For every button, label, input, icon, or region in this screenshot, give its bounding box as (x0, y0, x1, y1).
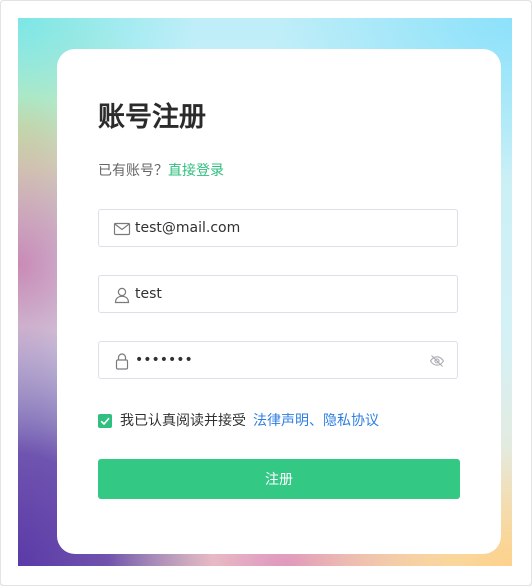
agree-text: 我已认真阅读并接受 (120, 413, 246, 429)
gradient-background: 账号注册 已有账号？直接登录 test@mail.com test 我已认真阅读… (18, 18, 512, 566)
check-icon (100, 417, 110, 426)
login-link[interactable]: 直接登录 (168, 163, 224, 179)
terms-link[interactable]: 法律声明、隐私协议 (253, 411, 379, 431)
login-prompt: 已有账号？直接登录 (98, 161, 224, 181)
lock-icon (115, 353, 129, 370)
page-title: 账号注册 (98, 102, 206, 133)
password-input[interactable] (135, 342, 415, 378)
email-input[interactable] (135, 210, 415, 246)
agree-checkbox[interactable] (98, 414, 112, 428)
email-field[interactable] (98, 209, 458, 247)
screenshot-frame: 账号注册 已有账号？直接登录 test@mail.com test 我已认真阅读… (0, 0, 532, 586)
username-field[interactable] (98, 275, 458, 313)
password-field[interactable] (98, 341, 458, 379)
register-button[interactable]: 注册 (98, 459, 460, 499)
username-input[interactable] (135, 276, 415, 312)
register-card: 账号注册 已有账号？直接登录 test@mail.com test 我已认真阅读… (57, 49, 501, 554)
user-icon (114, 287, 130, 304)
mail-icon (113, 222, 131, 236)
have-account-text: 已有账号？ (98, 163, 168, 179)
eye-off-icon[interactable] (429, 353, 445, 369)
